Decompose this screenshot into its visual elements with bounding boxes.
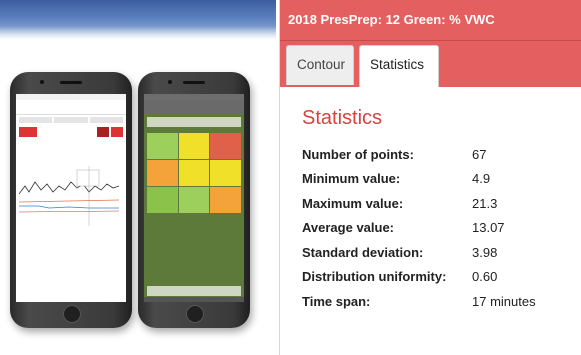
phone-screen [144,94,244,302]
stat-row: Maximum value: 21.3 [302,191,536,216]
phone-camera [40,80,44,84]
stat-label: Distribution uniformity: [302,269,447,285]
stat-value: 0.60 [472,269,498,285]
stat-row: Standard deviation: 3.98 [302,240,536,265]
stat-row: Minimum value: 4.9 [302,167,536,192]
phone-home-button [186,305,204,323]
stat-label: Maximum value: [302,195,404,211]
stat-value: 4.9 [472,171,491,187]
promo-image [0,0,276,355]
phone-screen [16,94,126,302]
statistics-panel: 2018 PresPrep: 12 Green: % VWC Contour S… [279,0,581,355]
moisture-grid-graphic [144,130,244,216]
stat-value: 13.07 [472,220,505,236]
statistics-heading: Statistics [302,107,383,129]
stat-label: Time span: [302,293,371,309]
stat-row: Average value: 13.07 [302,216,536,241]
tab-contour[interactable]: Contour [286,45,354,85]
stat-value: 17 minutes [472,293,536,309]
stat-row: Number of points: 67 [302,142,536,167]
phone-line-chart-graphic [19,166,120,226]
phone-home-button [63,305,81,323]
stat-value: 67 [472,146,487,162]
statistics-content: Statistics Number of points: 67 Minimum … [280,87,581,314]
stat-label: Standard deviation: [302,244,424,260]
map-background [0,0,276,40]
tab-bar: Contour Statistics [280,40,581,87]
stat-row: Distribution uniformity: 0.60 [302,265,536,290]
phone-camera [168,80,172,84]
phone-moisture-grid-image [138,72,250,328]
phone-speaker [183,81,205,84]
phone-graph-report-image [10,72,132,328]
tab-statistics[interactable]: Statistics [359,45,439,87]
stat-value: 21.3 [472,195,498,211]
statistics-table: Number of points: 67 Minimum value: 4.9 … [302,142,536,314]
phone-speaker [60,81,82,84]
stat-value: 3.98 [472,244,498,260]
stat-label: Number of points: [302,146,414,162]
stat-row: Time span: 17 minutes [302,289,536,314]
stat-label: Minimum value: [302,171,401,187]
stat-label: Average value: [302,220,395,236]
panel-title: 2018 PresPrep: 12 Green: % VWC [280,0,581,40]
